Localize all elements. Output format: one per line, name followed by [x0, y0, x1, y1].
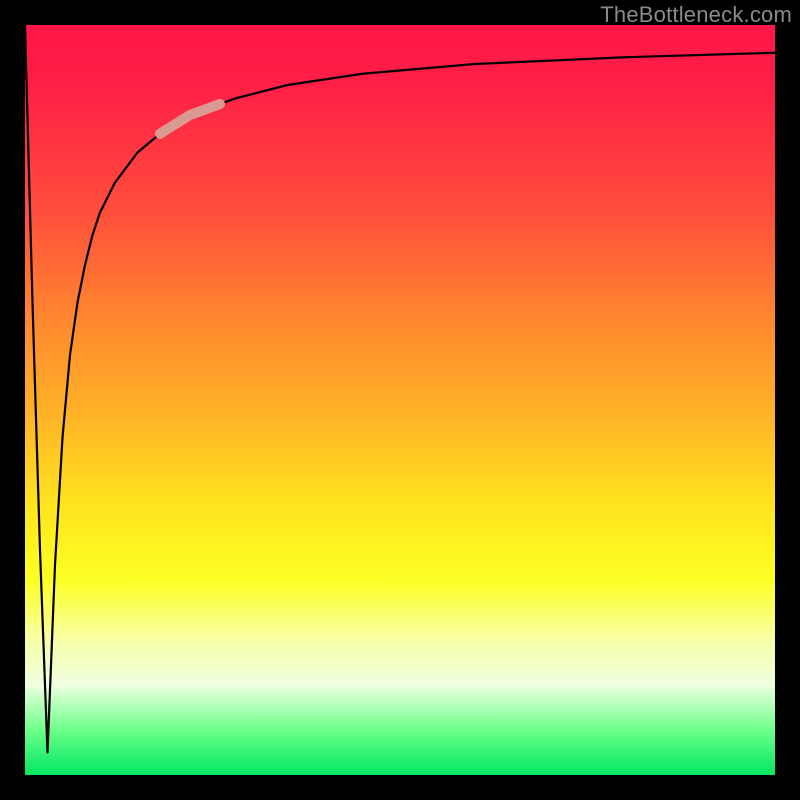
chart-curve-layer: [25, 25, 775, 775]
frame-right: [775, 0, 800, 800]
watermark-text: TheBottleneck.com: [600, 2, 792, 28]
frame-bottom: [0, 775, 800, 800]
chart-stage: TheBottleneck.com: [0, 0, 800, 800]
frame-left: [0, 0, 25, 800]
bottleneck-curve: [25, 25, 775, 753]
curve-highlight: [160, 104, 220, 134]
